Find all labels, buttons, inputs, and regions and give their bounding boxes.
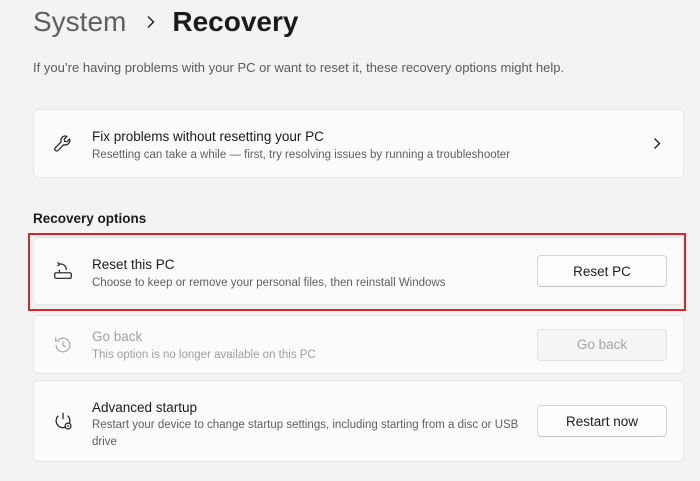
- history-icon: [51, 333, 75, 357]
- page-description: If you’re having problems with your PC o…: [33, 60, 565, 75]
- go-back-description: This option is no longer available on th…: [92, 349, 316, 361]
- fix-problems-title: Fix problems without resetting your PC: [92, 129, 324, 144]
- go-back-card: Go back This option is no longer availab…: [33, 315, 684, 374]
- reset-pc-title: Reset this PC: [92, 257, 175, 272]
- advanced-startup-title: Advanced startup: [92, 400, 198, 415]
- reset-pc-description: Choose to keep or remove your personal f…: [92, 277, 446, 289]
- reset-pc-card: Reset this PC Choose to keep or remove y…: [33, 237, 684, 305]
- reset-pc-button[interactable]: Reset PC: [537, 255, 667, 287]
- fix-problems-description: Resetting can take a while — first, try …: [92, 149, 511, 161]
- section-label: Recovery options: [33, 211, 147, 226]
- chevron-right-icon: [146, 15, 156, 29]
- wrench-icon: [51, 132, 75, 156]
- advanced-startup-card: Advanced startup Restart your device to …: [33, 380, 684, 462]
- breadcrumb: System Recovery: [33, 4, 298, 40]
- restart-now-button[interactable]: Restart now: [537, 405, 667, 437]
- advanced-startup-description: Restart your device to change startup se…: [92, 419, 519, 448]
- fix-problems-card[interactable]: Fix problems without resetting your PC R…: [33, 109, 684, 178]
- reset-pc-icon: [51, 259, 75, 283]
- page-title: Recovery: [172, 6, 299, 37]
- go-back-button[interactable]: Go back: [537, 328, 667, 361]
- power-gear-icon: [51, 409, 75, 433]
- chevron-right-icon[interactable]: [649, 136, 665, 152]
- go-back-title: Go back: [92, 329, 143, 344]
- breadcrumb-parent[interactable]: System: [33, 4, 126, 40]
